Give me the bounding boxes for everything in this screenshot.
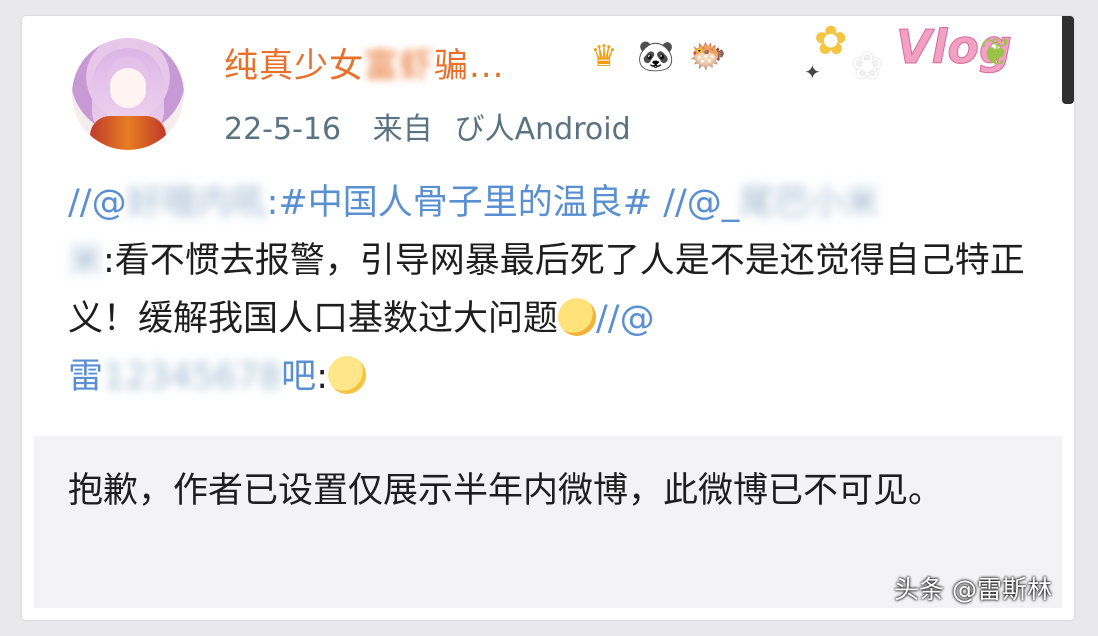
notice-text: 抱歉，作者已设置仅展示半年内微博，此微博已不可见。 [68, 471, 944, 511]
avatar-clothing [90, 116, 166, 150]
avatar[interactable] [72, 38, 184, 150]
mention-2[interactable]: //@_尾巴小米 [663, 183, 879, 223]
username-blurred: 富虾 [364, 46, 434, 86]
scrollbar[interactable] [1062, 16, 1074, 104]
leaf-icon: ❦ [980, 30, 1012, 74]
mention-2-continuation: 米 [68, 241, 104, 281]
mention-2-blurred: 尾巴小米 [739, 183, 880, 223]
mention-3-blurred: 12345678 [103, 357, 282, 397]
fish-icon[interactable]: 🐡 [688, 36, 728, 76]
thinking-emoji-icon [327, 356, 366, 394]
mention-3-colon: : [316, 357, 328, 397]
mention-3-last: 吧 [281, 357, 317, 397]
crown-icon[interactable]: ♛ [584, 36, 624, 76]
avatar-face [110, 68, 146, 108]
post-text: :看不惯去报警，引导网暴最后死了人是不是还觉得自己特正义！缓解我国人口基数过大问… [68, 241, 1025, 339]
post-date: 22-5-16 [224, 112, 342, 147]
user-badges: ♛ 🐼 🐡 [584, 36, 728, 76]
mention-1-blurred: 好哦内吼 [126, 183, 267, 223]
username[interactable]: 纯真少女富虾骗... [224, 38, 504, 87]
mention-1[interactable]: //@好哦内吼 [68, 183, 267, 223]
panda-icon[interactable]: 🐼 [636, 36, 676, 76]
flower-icon-2: ❀ [852, 46, 883, 87]
sweat-emoji-icon [558, 298, 597, 336]
mention-3-prefix: //@ [596, 299, 655, 339]
username-visible: 纯真少女 [224, 46, 364, 86]
mention-3-first: 雷 [68, 357, 104, 397]
weibo-card: 纯真少女富虾骗... ♛ 🐼 🐡 ✿ ❀ ✦ Vlog ❦ 22-5-16 来自… [22, 16, 1074, 620]
post-meta: 22-5-16 来自 び人Android [224, 104, 653, 148]
mention-1-prefix: //@ [68, 183, 127, 223]
flower-icon: ✿ [814, 18, 848, 64]
mention-2-prefix: //@_ [663, 183, 740, 223]
hashtag[interactable]: :#中国人骨子里的温良# [267, 183, 652, 223]
post-source-device[interactable]: び人Android [455, 112, 631, 147]
vlog-sticker: ✿ ❀ ✦ Vlog ❦ [804, 16, 1024, 102]
post-body: //@好哦内吼:#中国人骨子里的温良# //@_尾巴小米 米:看不惯去报警，引导… [68, 174, 1058, 406]
watermark: 头条 @雷斯林 [894, 575, 1052, 604]
sparkle-icon: ✦ [804, 60, 821, 84]
post-source-prefix: 来自 [372, 112, 433, 147]
username-tail: 骗... [434, 46, 505, 86]
